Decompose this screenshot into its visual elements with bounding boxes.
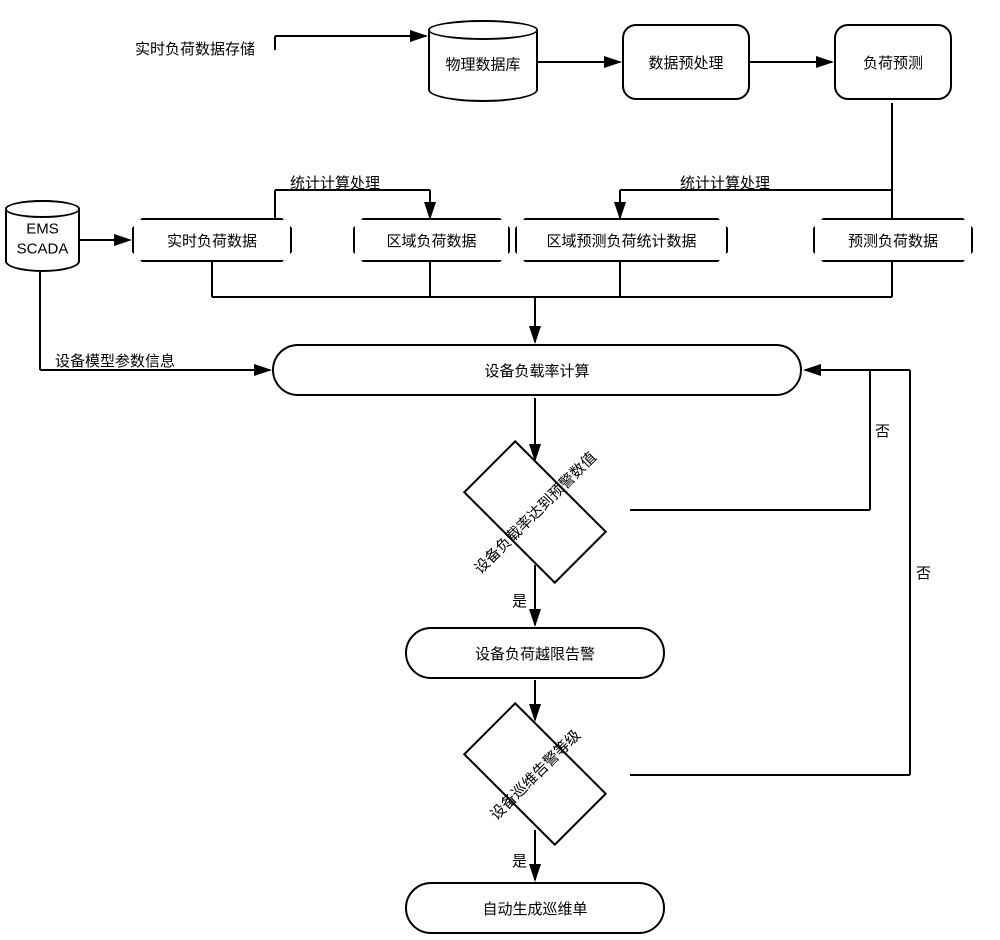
ems-scada-db: EMS SCADA xyxy=(5,200,80,272)
region-load-data-label: 区域负荷数据 xyxy=(386,230,476,251)
realtime-load-data-label: 实时负荷数据 xyxy=(167,230,257,251)
load-forecast-label: 负荷预测 xyxy=(863,52,923,73)
device-overlimit-alarm: 设备负荷越限告警 xyxy=(405,627,665,679)
label-yes-2: 是 xyxy=(512,850,527,871)
device-load-rate-calc-label: 设备负载率计算 xyxy=(484,360,589,381)
auto-gen-patrol-order-label: 自动生成巡维单 xyxy=(482,898,587,919)
decision-threshold-label: 设备负载率达到预警数值 xyxy=(457,434,613,590)
decision-threshold: 设备负载率达到预警数值 xyxy=(483,460,587,564)
region-forecast-stats-label: 区域预测负荷统计数据 xyxy=(546,230,696,251)
device-load-rate-calc: 设备负载率计算 xyxy=(272,344,802,396)
label-no-2: 否 xyxy=(916,562,931,583)
decision-patrol-level: 设备巡维告警等级 xyxy=(483,722,587,826)
label-no-1: 否 xyxy=(875,420,890,441)
physical-db: 物理数据库 xyxy=(428,20,538,102)
label-stat-calc-right: 统计计算处理 xyxy=(680,172,770,193)
label-realtime-store: 实时负荷数据存储 xyxy=(135,38,255,59)
label-stat-calc-left: 统计计算处理 xyxy=(290,172,380,193)
region-load-data: 区域负荷数据 xyxy=(353,218,510,262)
label-device-model-params: 设备模型参数信息 xyxy=(55,350,175,371)
data-preprocess: 数据预处理 xyxy=(622,24,750,100)
load-forecast: 负荷预测 xyxy=(834,24,952,100)
ems-scada-label: EMS SCADA xyxy=(7,220,78,259)
decision-patrol-level-label: 设备巡维告警等级 xyxy=(457,696,613,852)
label-yes-1: 是 xyxy=(512,590,527,611)
data-preprocess-label: 数据预处理 xyxy=(648,52,723,73)
region-forecast-stats: 区域预测负荷统计数据 xyxy=(515,218,728,262)
physical-db-label: 物理数据库 xyxy=(430,55,536,75)
forecast-load-data-label: 预测负荷数据 xyxy=(848,230,938,251)
realtime-load-data: 实时负荷数据 xyxy=(132,218,292,262)
device-overlimit-alarm-label: 设备负荷越限告警 xyxy=(475,643,595,664)
auto-gen-patrol-order: 自动生成巡维单 xyxy=(405,882,665,934)
forecast-load-data: 预测负荷数据 xyxy=(813,218,973,262)
